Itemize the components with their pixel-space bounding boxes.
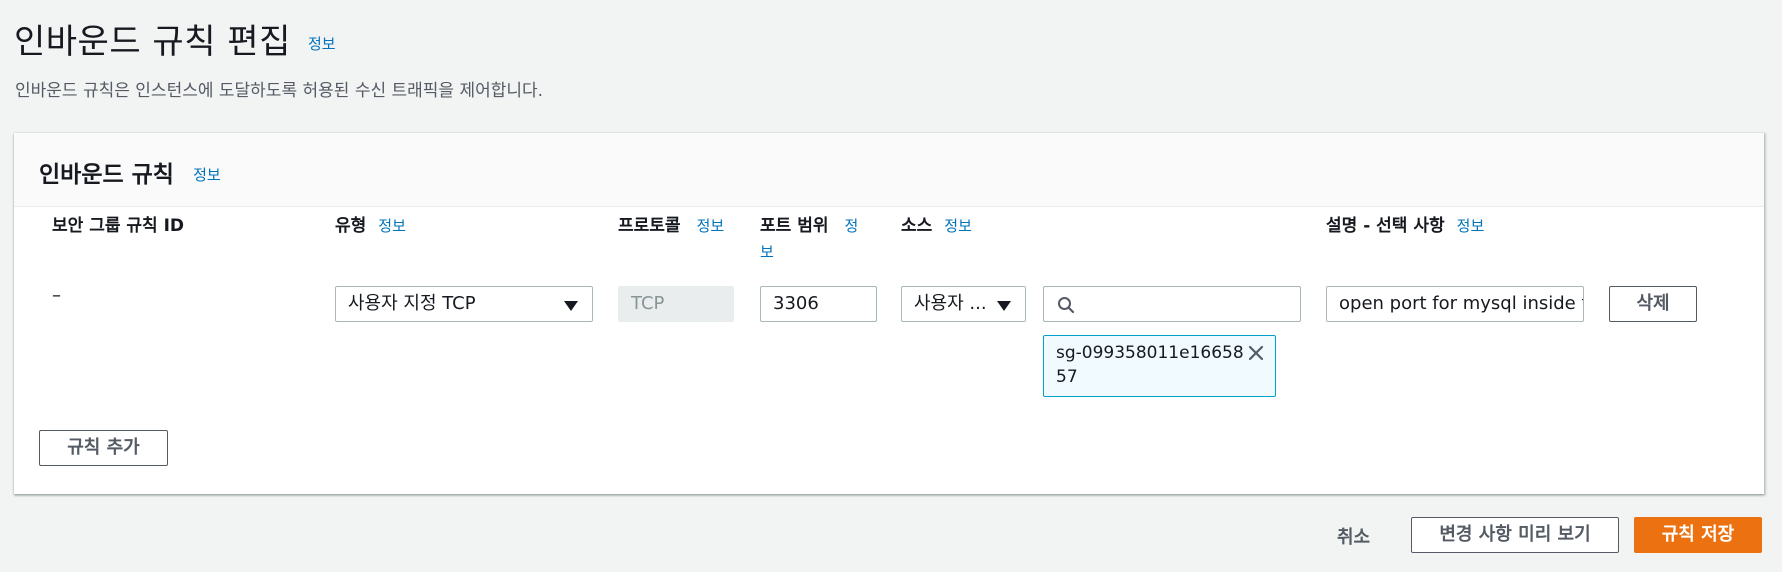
search-icon — [1058, 297, 1075, 314]
column-label-source: 소스 — [901, 216, 933, 236]
source-search-input[interactable] — [1043, 286, 1301, 322]
port-range-value: 3306 — [773, 293, 819, 314]
port-range-input[interactable]: 3306 — [760, 286, 877, 322]
rule-id-value: – — [52, 285, 61, 306]
preview-changes-button[interactable]: 변경 사항 미리 보기 — [1411, 517, 1619, 553]
add-rule-button[interactable]: 규칙 추가 — [39, 430, 168, 466]
column-header-rule-id: 보안 그룹 규칙 ID — [52, 213, 184, 239]
delete-rule-button[interactable]: 삭제 — [1609, 286, 1697, 322]
save-rules-button[interactable]: 규칙 저장 — [1634, 517, 1762, 553]
caret-down-icon — [564, 301, 578, 311]
source-token: sg-099358011e1665857 — [1043, 335, 1276, 397]
source-token-label: sg-099358011e1665857 — [1056, 343, 1244, 387]
column-header-description: 설명 - 선택 사항 정보 — [1326, 213, 1484, 239]
column-label-port-range: 포트 범위 — [760, 216, 829, 236]
panel-header: 인바운드 규칙 정보 — [14, 133, 1764, 207]
type-select-value: 사용자 지정 TCP — [348, 293, 476, 314]
page-title: 인바운드 규칙 편집 — [14, 22, 291, 62]
cancel-button[interactable]: 취소 — [1337, 523, 1370, 549]
column-header-source: 소스 정보 — [901, 213, 972, 239]
source-info-link[interactable]: 정보 — [944, 217, 972, 235]
column-label-description: 설명 - 선택 사항 — [1326, 216, 1445, 236]
source-type-select[interactable]: 사용자 ... — [901, 286, 1026, 322]
type-select[interactable]: 사용자 지정 TCP — [335, 286, 593, 322]
source-type-value: 사용자 ... — [914, 293, 987, 314]
panel-info-link[interactable]: 정보 — [193, 166, 221, 184]
column-header-port-range: 포트 범위 정보 — [760, 213, 870, 265]
description-info-link[interactable]: 정보 — [1457, 217, 1485, 235]
column-header-protocol: 프로토콜 정보 — [618, 213, 728, 239]
inbound-rules-panel: 인바운드 규칙 정보 보안 그룹 규칙 ID 유형 정보 프로토콜 정보 포트 범위… — [14, 133, 1764, 494]
column-label-type: 유형 — [335, 216, 367, 236]
description-input[interactable]: open port for mysql inside th — [1326, 286, 1584, 322]
description-value: open port for mysql inside th — [1339, 293, 1584, 314]
column-header-type: 유형 정보 — [335, 213, 406, 239]
type-info-link[interactable]: 정보 — [378, 217, 406, 235]
column-label-rule-id: 보안 그룹 규칙 ID — [52, 216, 185, 236]
protocol-value: TCP — [631, 293, 665, 314]
caret-down-icon — [997, 301, 1011, 311]
protocol-input: TCP — [618, 286, 734, 322]
column-label-protocol: 프로토콜 — [618, 216, 681, 236]
page-description: 인바운드 규칙은 인스턴스에 도달하도록 허용된 수신 트래픽을 제어합니다. — [15, 81, 544, 101]
close-icon[interactable] — [1247, 344, 1265, 362]
page-info-link[interactable]: 정보 — [308, 35, 336, 53]
protocol-info-link[interactable]: 정보 — [697, 217, 725, 235]
panel-title: 인바운드 규칙 — [39, 162, 174, 188]
page-header: 인바운드 규칙 편집 정보 — [14, 14, 336, 63]
